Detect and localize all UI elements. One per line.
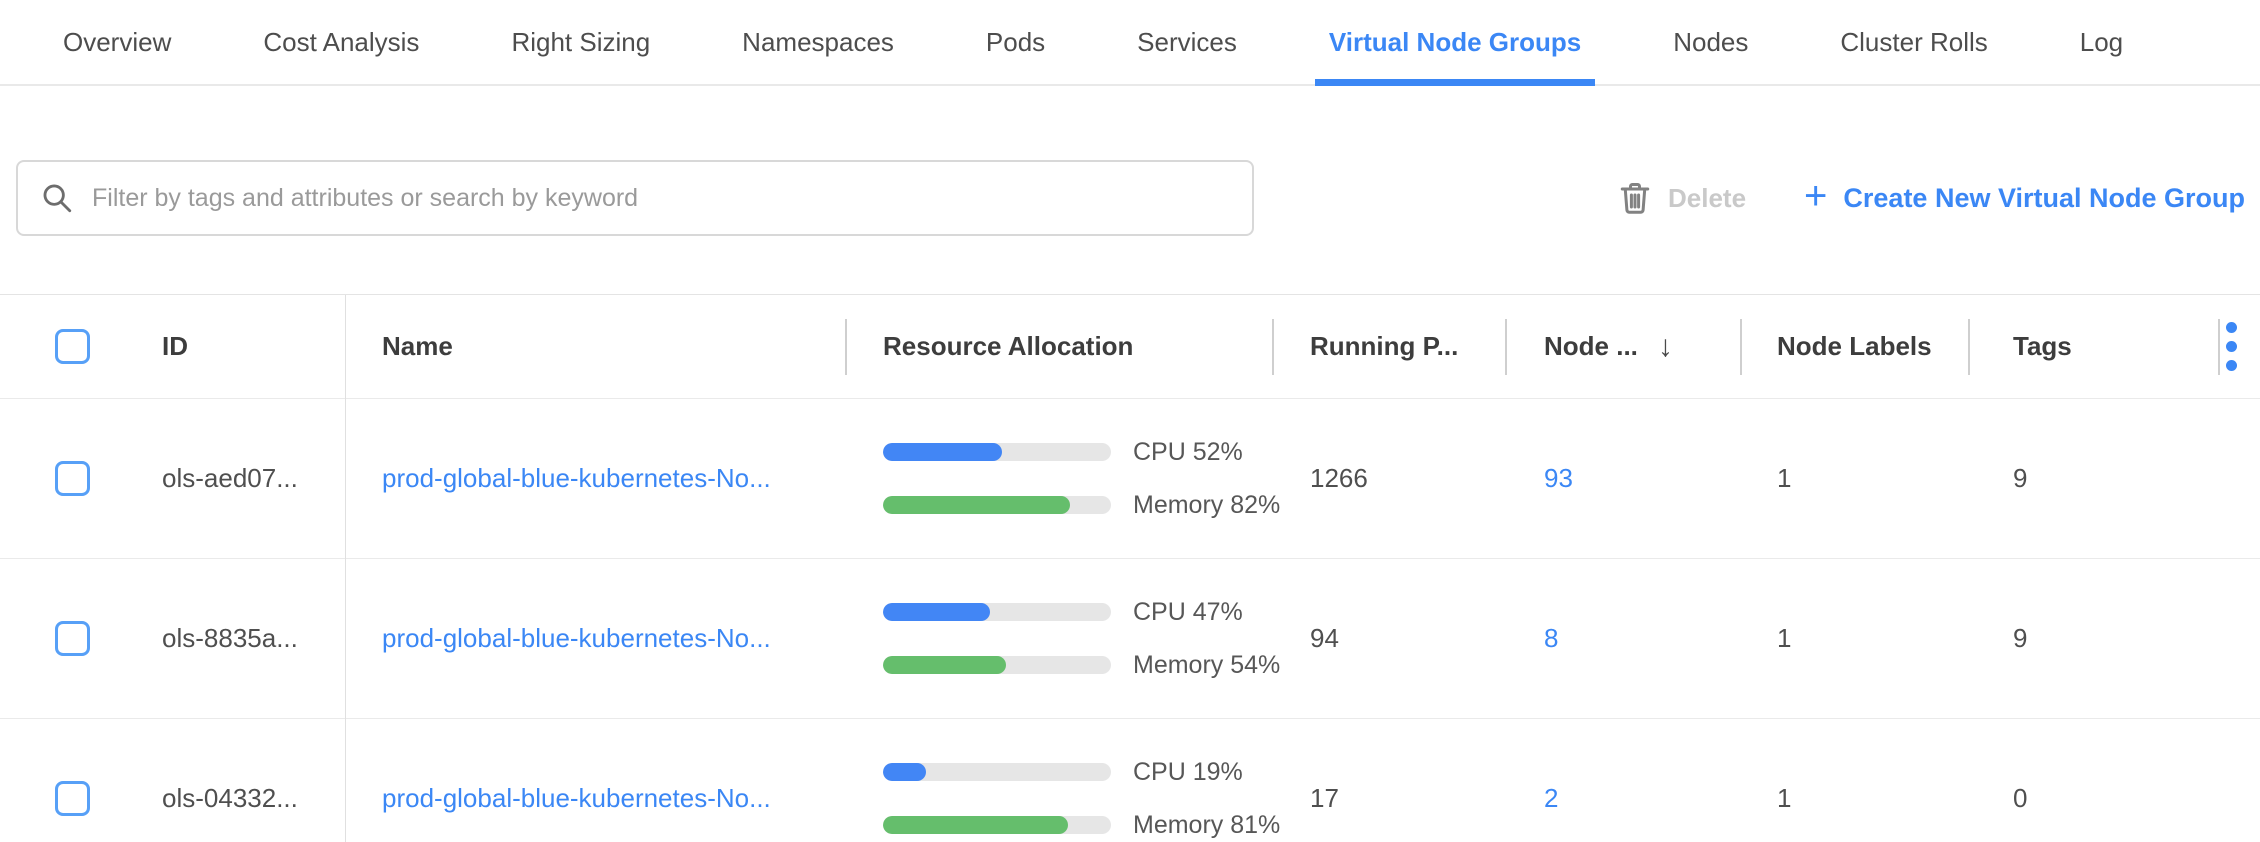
memory-bar (883, 656, 1111, 674)
memory-bar (883, 496, 1111, 514)
search-icon (40, 181, 74, 215)
trash-icon (1617, 180, 1653, 216)
cpu-bar (883, 443, 1111, 461)
cpu-bar (883, 603, 1111, 621)
resource-allocation-cell: CPU 19% Memory 81% (845, 719, 1272, 842)
cpu-bar (883, 763, 1111, 781)
create-virtual-node-group-button[interactable]: + Create New Virtual Node Group (1804, 178, 2245, 218)
row-id: ols-aed07... (162, 463, 298, 494)
tab-virtual-node-groups[interactable]: Virtual Node Groups (1315, 0, 1595, 84)
column-divider (2218, 319, 2220, 375)
sort-descending-icon[interactable]: ↓ (1658, 330, 1673, 364)
table-row: ols-aed07... prod-global-blue-kubernetes… (0, 398, 2260, 558)
row-checkbox[interactable] (55, 461, 90, 496)
resource-allocation-cell: CPU 47% Memory 54% (845, 559, 1272, 718)
delete-button-label: Delete (1668, 183, 1746, 214)
row-checkbox[interactable] (55, 621, 90, 656)
virtual-node-groups-table: ID Name Resource Allocation Running P...… (0, 294, 2260, 842)
plus-icon: + (1804, 176, 1827, 216)
tab-right-sizing[interactable]: Right Sizing (497, 0, 664, 84)
top-tab-bar: Overview Cost Analysis Right Sizing Name… (0, 0, 2260, 86)
node-group-name-link[interactable]: prod-global-blue-kubernetes-No... (382, 623, 771, 654)
node-labels-count: 1 (1777, 623, 1791, 654)
memory-label: Memory 81% (1133, 811, 1280, 840)
tags-count: 9 (2013, 623, 2027, 654)
kebab-menu-icon[interactable] (2226, 322, 2237, 371)
column-divider (1505, 319, 1507, 375)
row-id: ols-04332... (162, 783, 298, 814)
tab-nodes[interactable]: Nodes (1659, 0, 1762, 84)
table-row: ols-04332... prod-global-blue-kubernetes… (0, 718, 2260, 842)
select-all-checkbox[interactable] (55, 329, 90, 364)
memory-bar (883, 816, 1111, 834)
delete-button[interactable]: Delete (1617, 180, 1746, 216)
column-header-nodes[interactable]: Node ... ↓ (1505, 295, 1740, 398)
filter-search-box (16, 160, 1254, 236)
column-divider (1272, 319, 1274, 375)
tab-cost-analysis[interactable]: Cost Analysis (249, 0, 433, 84)
tab-cluster-rolls[interactable]: Cluster Rolls (1826, 0, 2001, 84)
column-divider (1740, 319, 1742, 375)
toolbar-actions: Delete + Create New Virtual Node Group (1617, 160, 2245, 236)
column-header-name[interactable]: Name (345, 295, 845, 398)
node-labels-count: 1 (1777, 783, 1791, 814)
node-count-link[interactable]: 2 (1544, 783, 1558, 814)
column-header-resource-allocation[interactable]: Resource Allocation (845, 295, 1272, 398)
column-header-tags[interactable]: Tags (1968, 295, 2180, 398)
tags-count: 9 (2013, 463, 2027, 494)
tab-overview[interactable]: Overview (49, 0, 185, 84)
tags-count: 0 (2013, 783, 2027, 814)
node-group-name-link[interactable]: prod-global-blue-kubernetes-No... (382, 463, 771, 494)
column-divider (1968, 319, 1970, 375)
memory-label: Memory 54% (1133, 651, 1280, 680)
tab-services[interactable]: Services (1123, 0, 1251, 84)
tab-namespaces[interactable]: Namespaces (728, 0, 908, 84)
create-button-label: Create New Virtual Node Group (1843, 183, 2245, 214)
tab-log[interactable]: Log (2066, 0, 2137, 84)
running-pods-count: 17 (1310, 783, 1339, 814)
memory-label: Memory 82% (1133, 491, 1280, 520)
table-header-row: ID Name Resource Allocation Running P...… (0, 295, 2260, 398)
node-count-link[interactable]: 8 (1544, 623, 1558, 654)
virtual-node-groups-page: Overview Cost Analysis Right Sizing Name… (0, 0, 2260, 842)
running-pods-count: 94 (1310, 623, 1339, 654)
search-input[interactable] (92, 184, 1230, 213)
cpu-label: CPU 47% (1133, 598, 1243, 627)
table-row: ols-8835a... prod-global-blue-kubernetes… (0, 558, 2260, 718)
column-header-node-labels[interactable]: Node Labels (1740, 295, 1968, 398)
node-group-name-link[interactable]: prod-global-blue-kubernetes-No... (382, 783, 771, 814)
running-pods-count: 1266 (1310, 463, 1368, 494)
column-divider (845, 319, 847, 375)
node-count-link[interactable]: 93 (1544, 463, 1573, 494)
row-checkbox[interactable] (55, 781, 90, 816)
column-header-id[interactable]: ID (130, 295, 345, 398)
row-id: ols-8835a... (162, 623, 298, 654)
column-header-running-pods[interactable]: Running P... (1272, 295, 1505, 398)
resource-allocation-cell: CPU 52% Memory 82% (845, 399, 1272, 558)
cpu-label: CPU 19% (1133, 758, 1243, 787)
cpu-label: CPU 52% (1133, 438, 1243, 467)
node-labels-count: 1 (1777, 463, 1791, 494)
tab-pods[interactable]: Pods (972, 0, 1059, 84)
